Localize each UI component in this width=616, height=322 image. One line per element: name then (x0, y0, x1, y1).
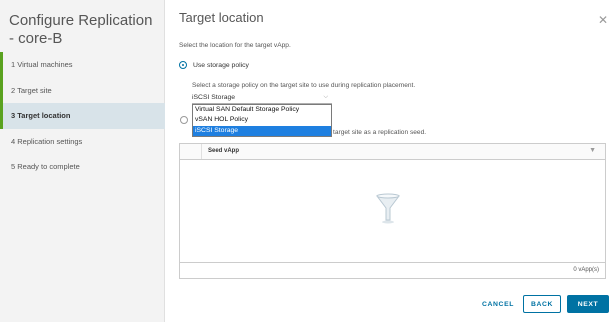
grid-body-empty (180, 160, 605, 262)
filter-icon[interactable]: ▼ (589, 147, 596, 154)
grid-select-column (180, 144, 202, 159)
storage-policy-option-selected[interactable]: iSCSI Storage (193, 125, 331, 136)
radio-use-storage-policy[interactable]: Use storage policy (179, 61, 249, 69)
wizard-title: Configure Replication - core-B (9, 12, 153, 47)
next-button[interactable]: NEXT (567, 295, 609, 313)
wizard-step-virtual-machines[interactable]: 1 Virtual machines (0, 52, 165, 78)
storage-policy-helper-text: Select a storage policy on the target si… (192, 82, 416, 89)
funnel-placeholder-icon (376, 193, 400, 224)
grid-footer: 0 vApp(s) (180, 262, 605, 278)
cancel-button[interactable]: CANCEL (478, 295, 518, 313)
grid-item-count: 0 vApp(s) (573, 267, 599, 273)
wizard-step-target-site[interactable]: 2 Target site (0, 77, 165, 103)
page-title: Target location (179, 10, 264, 25)
back-button[interactable]: BACK (523, 295, 561, 313)
wizard-sidebar: Configure Replication - core-B 1 Virtual… (0, 0, 165, 322)
radio-selected-icon[interactable] (179, 61, 187, 69)
wizard-step-replication-settings: 4 Replication settings (11, 136, 83, 146)
storage-policy-select[interactable]: iSCSI Storage ⌵ (192, 92, 332, 104)
seed-option-label: target site as a replication seed. (333, 129, 427, 136)
wizard-step-ready-to-complete: 5 Ready to complete (11, 162, 80, 172)
storage-policy-select-value: iSCSI Storage (192, 94, 236, 101)
storage-policy-option[interactable]: Virtual SAN Default Storage Policy (193, 105, 331, 115)
chevron-down-icon: ⌵ (323, 94, 328, 100)
wizard-steps: 1 Virtual machines 2 Target site 3 Targe… (0, 52, 165, 180)
radio-unselected-icon[interactable] (180, 116, 188, 124)
seed-vapp-grid: Seed vApp ▼ 0 vApp(s) (179, 143, 606, 279)
close-icon[interactable]: ✕ (598, 13, 608, 27)
column-header-seed-vapp[interactable]: Seed vApp (208, 148, 239, 154)
grid-header: Seed vApp ▼ (180, 144, 605, 160)
page-subtitle: Select the location for the target vApp. (179, 42, 291, 49)
storage-policy-option[interactable]: vSAN HOL Policy (193, 115, 331, 125)
storage-policy-dropdown[interactable]: Virtual SAN Default Storage Policy vSAN … (192, 104, 332, 137)
radio-use-storage-policy-label: Use storage policy (193, 61, 249, 69)
wizard-step-target-location[interactable]: 3 Target location (0, 103, 165, 129)
